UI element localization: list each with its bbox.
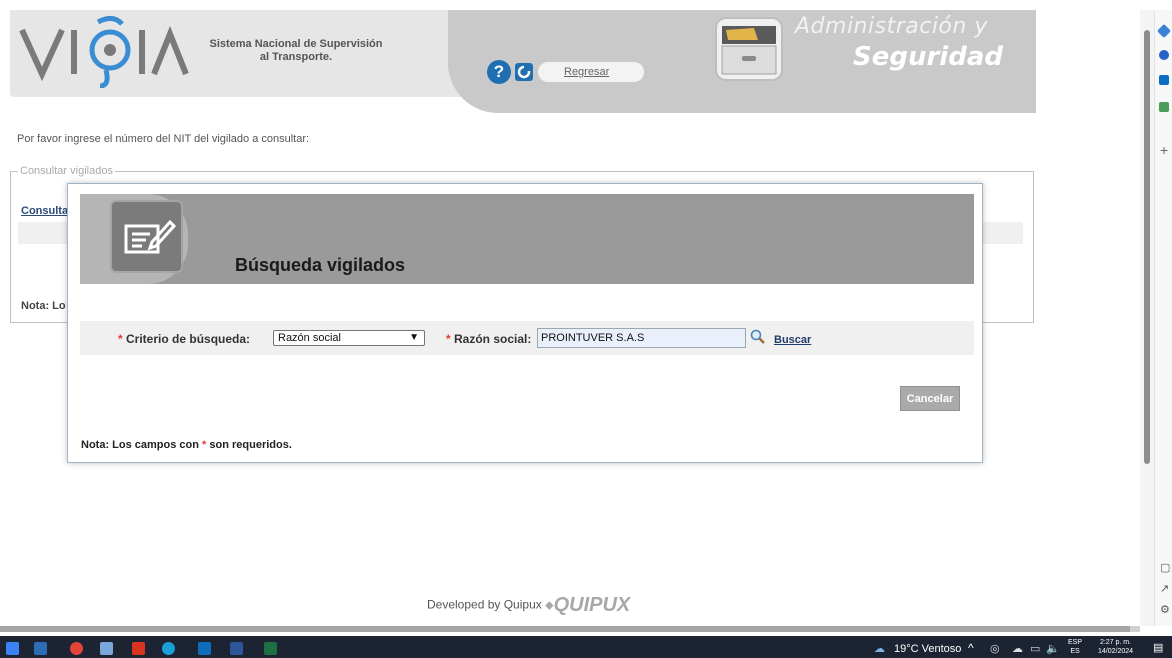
system-title: Sistema Nacional de Supervisión al Trans… [196, 38, 396, 64]
onedrive-icon[interactable]: ☁ [1012, 642, 1023, 655]
mail-icon[interactable] [34, 642, 47, 655]
add-icon[interactable]: + [1160, 142, 1168, 158]
language-bottom: ES [1070, 648, 1080, 655]
start-icon[interactable] [6, 642, 19, 655]
horizontal-scroll-thumb[interactable] [0, 626, 1130, 632]
footer: Developed by Quipux ◆QUIPUX [427, 594, 630, 617]
instructions-text: Por favor ingrese el número del NIT del … [17, 133, 310, 145]
file-drawer-icon [715, 17, 783, 81]
clock[interactable]: 2:27 p. m. 14/02/2024 [1098, 638, 1133, 656]
outlook-icon[interactable] [1159, 75, 1169, 85]
search-form-row: * Criterio de búsqueda: Razón social ▼ *… [80, 321, 974, 355]
language-top: ESP [1068, 639, 1083, 646]
vigia-logo [19, 16, 189, 88]
admin-title-line1: Administración y [795, 14, 988, 39]
external-link-icon[interactable]: ↗ [1160, 582, 1169, 595]
tool-icon[interactable] [1159, 102, 1169, 112]
excel-icon[interactable] [264, 642, 277, 655]
help-icon[interactable]: ? [487, 60, 511, 84]
note-star: * [202, 439, 207, 451]
word-icon[interactable] [230, 642, 243, 655]
chrome-icon[interactable] [70, 642, 83, 655]
language-indicator[interactable]: ESP ES [1068, 638, 1082, 656]
edit-form-icon-glyph [124, 219, 177, 254]
note-prefix: Nota: Los campos con [81, 439, 199, 451]
razon-social-input[interactable]: PROINTUVER S.A.S [537, 328, 746, 348]
background-note: Nota: Lo [21, 300, 66, 312]
field-label-text: Razón social: [454, 332, 532, 346]
volume-icon[interactable]: 🔈 [1046, 642, 1060, 655]
search-button[interactable]: Buscar [774, 334, 811, 346]
quipux-diamond-icon: ◆ [545, 599, 554, 612]
consult-link[interactable]: Consulta [21, 205, 68, 217]
gear-icon[interactable]: ⚙ [1160, 603, 1170, 616]
edit-form-icon [110, 200, 183, 273]
pdf-icon[interactable] [132, 642, 145, 655]
sidebar-layout-icon[interactable]: ▢ [1160, 561, 1170, 574]
required-marker: * [446, 332, 451, 346]
network-icon[interactable]: ▭ [1030, 642, 1040, 655]
dialog-title: Búsqueda vigilados [235, 255, 406, 275]
dialog-header: Búsqueda vigilados [80, 194, 974, 284]
cancel-button[interactable]: Cancelar [900, 386, 960, 411]
system-title-line1: Sistema Nacional de Supervisión [209, 38, 383, 50]
vertical-scrollbar[interactable] [1140, 10, 1154, 626]
quipux-logo: QUIPUX [553, 594, 631, 616]
tool-app-icon[interactable] [100, 642, 113, 655]
weather-icon: ☁ [874, 643, 885, 655]
search-icon[interactable] [750, 329, 766, 345]
field-label: * Razón social: [446, 332, 531, 346]
criteria-select[interactable]: Razón social ▼ [273, 330, 425, 346]
chevron-down-icon: ▼ [409, 332, 419, 343]
chevron-up-icon[interactable]: ^ [968, 641, 974, 655]
weather-text[interactable]: 19°C Ventoso [894, 643, 961, 655]
admin-title-line2: Seguridad [853, 42, 1003, 72]
notifications-icon[interactable]: ▤ [1153, 641, 1163, 654]
criteria-select-value: Razón social [278, 332, 341, 344]
required-note: Nota: Los campos con * son requeridos. [81, 439, 292, 451]
tray-app-icon[interactable]: ◎ [990, 642, 1000, 655]
outlook-app-icon[interactable] [198, 642, 211, 655]
fieldset-legend: Consultar vigilados [18, 165, 115, 177]
edge-icon[interactable] [162, 642, 175, 655]
search-dialog: Búsqueda vigilados * Criterio de búsqued… [67, 183, 983, 463]
back-link[interactable]: Regresar [564, 66, 609, 78]
note-suffix: son requeridos. [209, 439, 292, 451]
horizontal-scrollbar[interactable] [0, 626, 1140, 632]
developed-by-text: Developed by Quipux [427, 597, 542, 612]
criteria-label: * Criterio de búsqueda: [118, 332, 250, 346]
vertical-scroll-thumb[interactable] [1144, 30, 1150, 464]
clock-time: 2:27 p. m. [1099, 639, 1132, 646]
criteria-label-text: Criterio de búsqueda: [126, 332, 251, 346]
circle-app-icon[interactable] [1159, 50, 1169, 60]
system-title-line2: al Transporte. [259, 51, 333, 63]
required-marker: * [118, 332, 123, 346]
clock-date: 14/02/2024 [1098, 648, 1134, 655]
back-arrow-icon[interactable] [514, 62, 534, 82]
